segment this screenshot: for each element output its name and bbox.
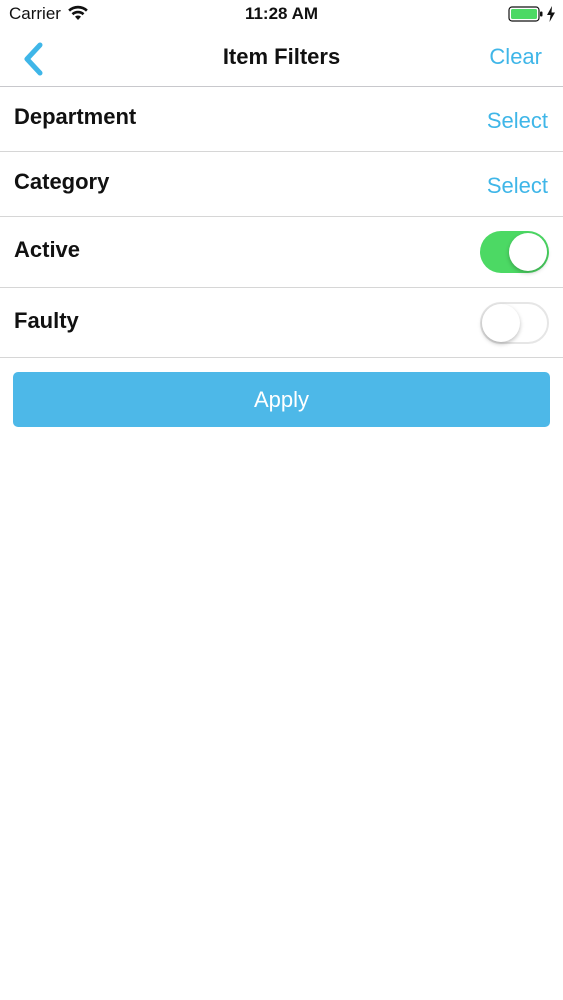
active-toggle[interactable]	[480, 231, 549, 273]
department-label: Department	[14, 104, 137, 129]
apply-button[interactable]: Apply	[13, 372, 550, 427]
department-select-button[interactable]: Select	[487, 108, 548, 134]
filter-row-active: Active	[0, 217, 563, 288]
active-label: Active	[14, 237, 81, 262]
clock-time: 11:28 AM	[244, 4, 319, 23]
status-bar: Carrier 11:28 AM	[0, 0, 563, 30]
clear-button[interactable]: Clear	[489, 44, 542, 70]
toggle-knob	[482, 304, 520, 342]
category-select-button[interactable]: Select	[487, 173, 548, 199]
category-label: Category	[14, 169, 110, 194]
faulty-label: Faulty	[14, 308, 79, 333]
page-title: Item Filters	[222, 44, 341, 69]
filter-row-category[interactable]: Category Select	[0, 152, 563, 217]
toggle-knob	[509, 233, 547, 271]
faulty-toggle[interactable]	[480, 302, 549, 344]
battery-icon	[508, 5, 544, 23]
filter-row-faulty: Faulty	[0, 288, 563, 358]
navigation-bar: Item Filters Clear	[0, 30, 563, 87]
filter-row-department[interactable]: Department Select	[0, 87, 563, 152]
charging-bolt-icon	[546, 5, 556, 23]
